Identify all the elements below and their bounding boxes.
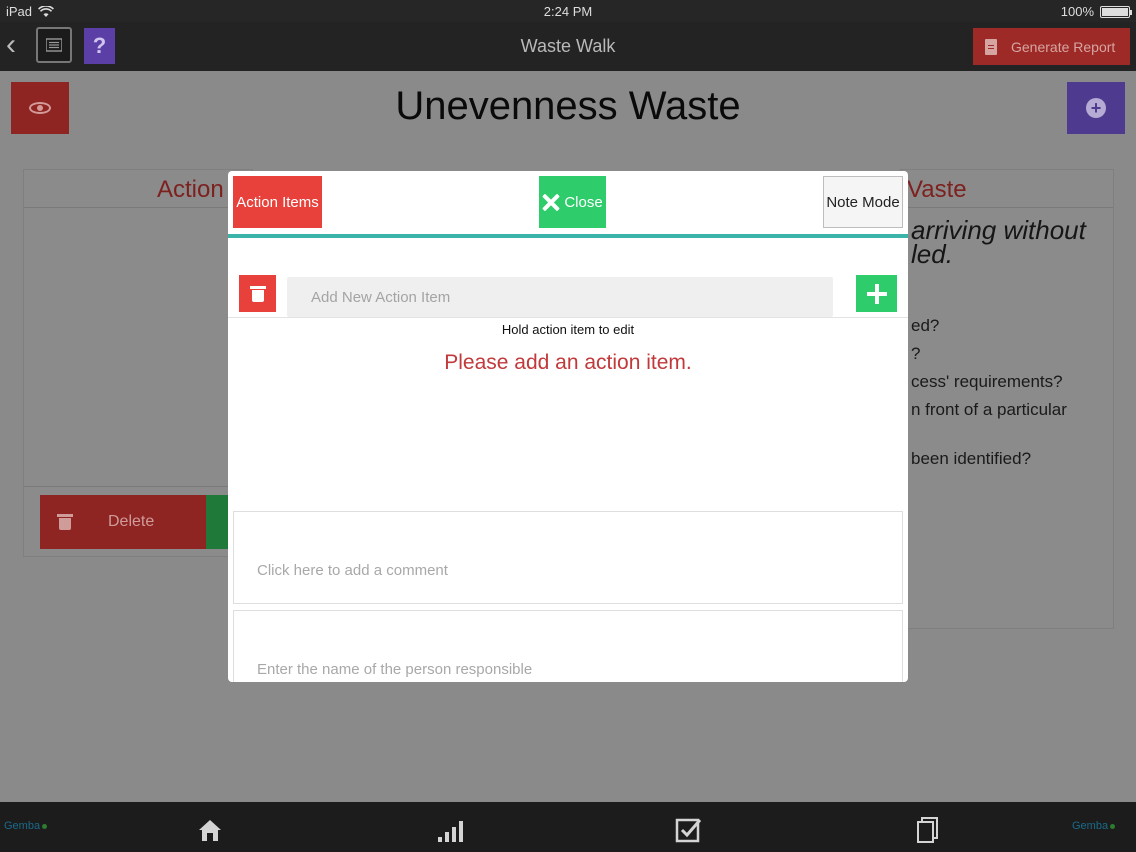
add-button[interactable]: + [1067, 82, 1125, 134]
trash-icon [249, 285, 266, 302]
edit-hint: Hold action item to edit [501, 322, 635, 337]
close-icon [542, 193, 560, 211]
question-item: ? [911, 344, 921, 363]
waste-description: arriving without led. [911, 215, 1086, 269]
battery-icon [1100, 5, 1132, 18]
tab-bar: Gemba Gemba [0, 802, 1136, 852]
delete-button[interactable]: Delete [40, 495, 206, 549]
clock: 2:24 PM [543, 4, 593, 19]
waste-card-heading: Vaste [901, 170, 1113, 208]
nav-title: Waste Walk [520, 36, 616, 56]
document-icon [985, 38, 997, 55]
question-item: been identified? [911, 449, 1032, 468]
modal-divider [228, 234, 908, 238]
action-card-footer: Delete [24, 486, 252, 558]
note-mode-button[interactable]: Note Mode [823, 176, 903, 228]
generate-report-label: Generate Report [1011, 38, 1116, 55]
chart-icon[interactable] [436, 816, 464, 844]
delete-action-item-button[interactable] [239, 275, 276, 312]
brand-logo-left: Gemba [4, 820, 48, 832]
empty-message: Please add an action item. [444, 351, 692, 374]
home-icon[interactable] [196, 816, 224, 844]
nav-bar: ‹ ? Waste Walk Generate Report [0, 22, 1136, 71]
battery-percent: 100% [1060, 4, 1094, 19]
status-bar: iPad 2:24 PM 100% [0, 0, 1136, 22]
action-items-button[interactable]: Action Items [233, 176, 322, 228]
page-title: Unevenness Waste [395, 84, 741, 128]
add-action-item-button[interactable] [856, 275, 897, 312]
brand-logo-right: Gemba [1072, 820, 1116, 832]
plus-circle-icon: + [1086, 98, 1106, 118]
action-card: Action Delete [23, 169, 253, 557]
checklist-icon[interactable] [674, 816, 702, 844]
delete-label: Delete [108, 513, 155, 530]
action-items-modal: Action Items Close Note Mode Hold action… [228, 171, 908, 682]
comment-field[interactable]: Click here to add a comment [233, 511, 903, 604]
action-card-heading: Action [24, 170, 252, 208]
question-item: n front of a particular [911, 400, 1067, 419]
documents-icon[interactable] [914, 816, 942, 844]
close-button[interactable]: Close [539, 176, 606, 228]
waste-card: Vaste arriving without led. ed? ? cess' … [900, 169, 1114, 629]
responsible-person-field[interactable]: Enter the name of the person responsible [233, 610, 903, 682]
question-item: ed? [911, 316, 940, 335]
close-label: Close [564, 193, 603, 211]
generate-report-button[interactable]: Generate Report [973, 28, 1130, 65]
new-action-item-input[interactable] [287, 277, 833, 317]
trash-icon [57, 514, 73, 530]
separator [228, 317, 908, 318]
plus-icon [866, 283, 887, 304]
question-item: cess' requirements? [911, 372, 1063, 391]
